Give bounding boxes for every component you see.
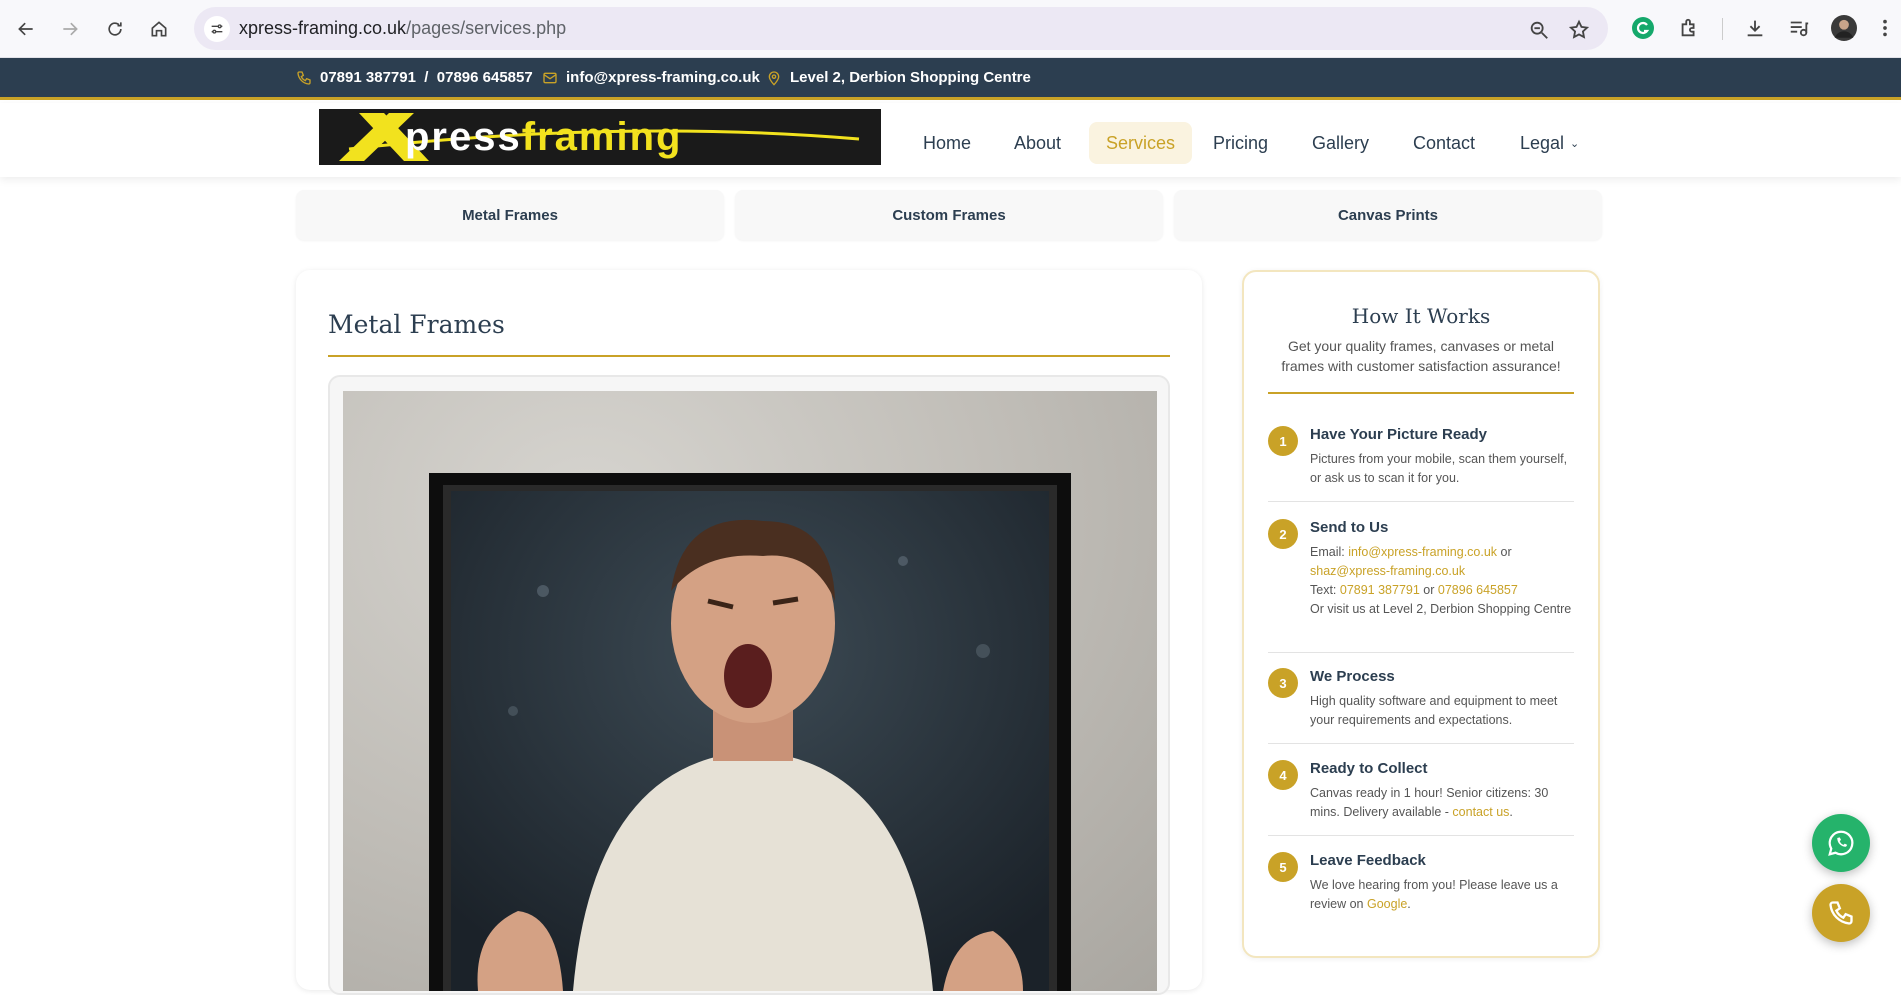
step-text: High quality software and equipment to m… (1310, 694, 1558, 727)
how-it-works-divider (1268, 392, 1574, 394)
step-title: Leave Feedback (1310, 852, 1426, 869)
step-number: 2 (1268, 519, 1298, 549)
url-text: xpress-framing.co.uk/pages/services.php (239, 18, 567, 38)
menu-kebab-icon[interactable] (1875, 13, 1895, 43)
whatsapp-icon (1828, 830, 1854, 856)
step-number: 3 (1268, 668, 1298, 698)
step-title: Send to Us (1310, 519, 1389, 536)
step-number: 4 (1268, 760, 1298, 790)
email-prefix: Email: (1310, 545, 1349, 559)
step-5: 5 Leave Feedback We love hearing from yo… (1268, 852, 1574, 928)
envelope-icon (543, 72, 557, 83)
phone-link-2[interactable]: 07896 645857 (1438, 583, 1518, 597)
topbar-address-text: Level 2, Derbion Shopping Centre (790, 69, 1031, 86)
step-1: 1 Have Your Picture Ready Pictures from … (1268, 426, 1574, 502)
title-underline (328, 355, 1170, 357)
step-title: Have Your Picture Ready (1310, 426, 1488, 443)
step-text: Canvas ready in 1 hour! Senior citizens:… (1310, 784, 1574, 822)
email-link-info[interactable]: info@xpress-framing.co.uk (1348, 545, 1497, 559)
site-logo[interactable]: pressframing (319, 109, 881, 165)
how-it-works-card: How It Works Get your quality frames, ca… (1242, 270, 1600, 958)
service-image-frame (328, 375, 1170, 995)
step-text: Pictures from your mobile, scan them you… (1310, 452, 1568, 485)
bookmark-star-icon[interactable] (1568, 19, 1592, 41)
nav-home[interactable]: Home (906, 122, 988, 164)
tab-metal-frames[interactable]: Metal Frames (296, 190, 724, 240)
nav-legal[interactable]: Legal ⌄ (1503, 122, 1596, 164)
home-icon[interactable] (143, 13, 175, 45)
step-text-end: . (1407, 897, 1411, 911)
profile-avatar[interactable] (1829, 13, 1859, 43)
step-title: We Process (1310, 668, 1395, 685)
zoom-icon[interactable] (1528, 19, 1552, 41)
forward-icon[interactable] (54, 13, 86, 45)
download-icon[interactable] (1740, 13, 1770, 43)
how-it-works-title: How It Works (1351, 304, 1491, 328)
tab-custom-frames[interactable]: Custom Frames (735, 190, 1163, 240)
email-link-shaz[interactable]: shaz@xpress-framing.co.uk (1310, 564, 1465, 578)
topbar-phone-text: 07891 387791 / 07896 645857 (320, 69, 533, 86)
extensions-icon[interactable] (1674, 13, 1704, 43)
topbar-email[interactable]: info@xpress-framing.co.uk (542, 69, 760, 86)
visit-text: Or visit us at Level 2, Derbion Shopping… (1310, 602, 1572, 616)
nav-services[interactable]: Services (1089, 122, 1193, 164)
toolbar-divider (1722, 18, 1723, 40)
tab-canvas-prints[interactable]: Canvas Prints (1174, 190, 1602, 240)
whatsapp-button[interactable] (1812, 814, 1870, 872)
chevron-down-icon: ⌄ (1570, 137, 1580, 150)
how-it-works-subtitle: Get your quality frames, canvases or met… (1281, 338, 1561, 374)
step-number: 5 (1268, 852, 1298, 882)
framed-picture-illustration (429, 473, 1071, 991)
topbar-email-text: info@xpress-framing.co.uk (566, 69, 760, 86)
phone-link-1[interactable]: 07891 387791 (1340, 583, 1420, 597)
step-title: Ready to Collect (1310, 760, 1428, 777)
nav-gallery[interactable]: Gallery (1295, 122, 1386, 164)
step-2: 2 Send to Us Email: info@xpress-framing.… (1268, 519, 1574, 653)
or-text: or (1497, 545, 1512, 559)
nav-legal-label: Legal (1520, 132, 1565, 153)
nav-about[interactable]: About (997, 122, 1078, 164)
nav-pricing[interactable]: Pricing (1196, 122, 1285, 164)
topbar-address[interactable]: Level 2, Derbion Shopping Centre (766, 69, 1031, 86)
contact-topbar: 07891 387791 / 07896 645857 info@xpress-… (0, 58, 1901, 100)
location-pin-icon (768, 70, 780, 86)
site-info-icon[interactable] (204, 16, 230, 42)
service-title: Metal Frames (328, 310, 505, 339)
site-header: pressframing Home About Services Pricing… (0, 103, 1901, 177)
metal-frame-photo (343, 391, 1157, 991)
topbar-phone[interactable]: 07891 387791 / 07896 645857 (296, 69, 533, 86)
back-icon[interactable] (10, 13, 42, 45)
step-text-end: . (1509, 805, 1513, 819)
media-control-icon[interactable] (1784, 13, 1814, 43)
service-card: Metal Frames (296, 270, 1202, 995)
step-text-body: We love hearing from you! Please leave u… (1310, 878, 1558, 911)
contact-us-link[interactable]: contact us (1452, 805, 1509, 819)
step-4: 4 Ready to Collect Canvas ready in 1 hou… (1268, 760, 1574, 836)
call-button[interactable] (1812, 884, 1870, 942)
step-number: 1 (1268, 426, 1298, 456)
browser-toolbar: xpress-framing.co.uk/pages/services.php (0, 0, 1901, 58)
step-text: We love hearing from you! Please leave u… (1310, 876, 1574, 914)
step-text: Email: info@xpress-framing.co.uk or shaz… (1310, 543, 1574, 619)
logo-wordmark: pressframing (405, 115, 683, 159)
phone-icon (297, 70, 311, 85)
address-bar[interactable]: xpress-framing.co.uk/pages/services.php (194, 7, 1608, 50)
text-prefix: Text: (1310, 583, 1340, 597)
google-review-link[interactable]: Google (1367, 897, 1407, 911)
step-3: 3 We Process High quality software and e… (1268, 668, 1574, 744)
grammarly-icon[interactable] (1628, 13, 1658, 43)
or-text: or (1419, 583, 1438, 597)
nav-contact[interactable]: Contact (1396, 122, 1492, 164)
reload-icon[interactable] (99, 13, 131, 45)
phone-icon (1829, 901, 1853, 925)
